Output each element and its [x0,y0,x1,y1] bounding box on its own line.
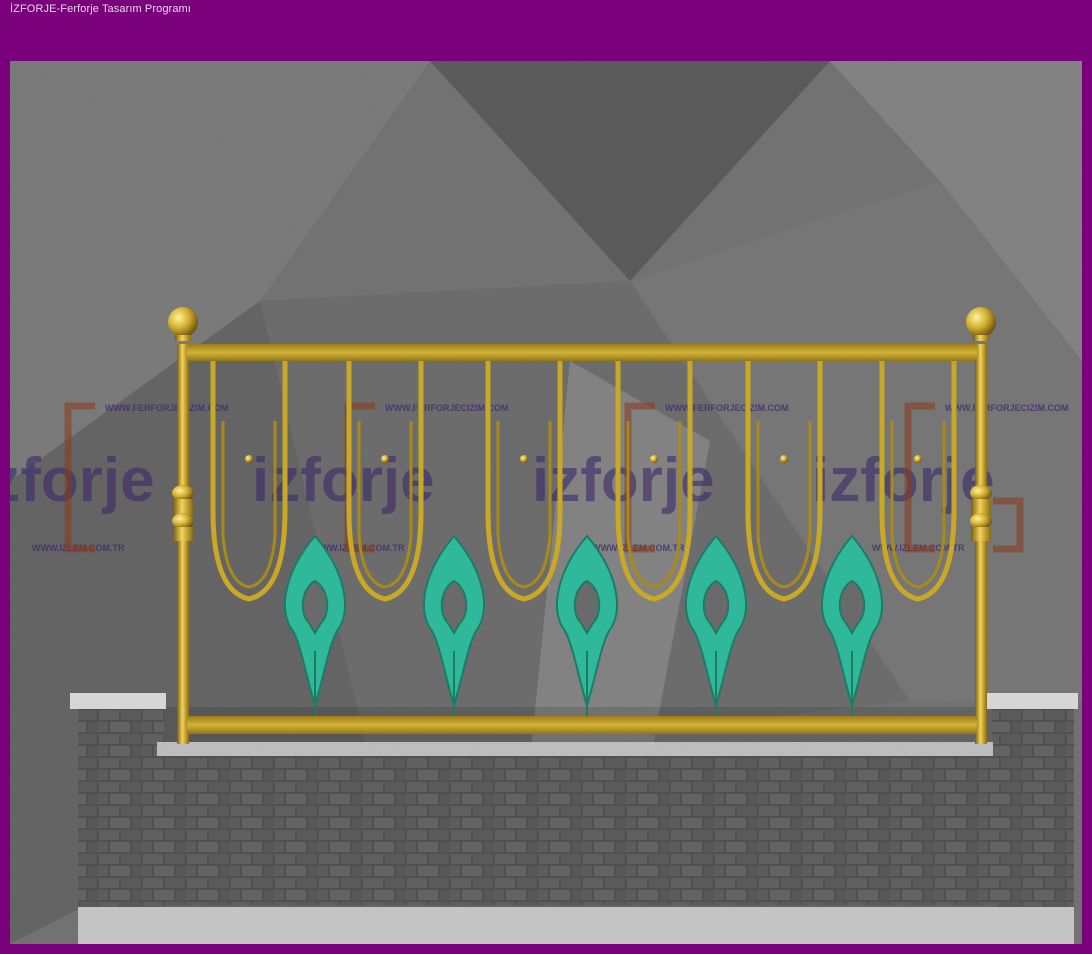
gold-picket-tip [520,455,528,463]
watermark-logo: izforje [10,446,155,515]
window-title: İZFORJE-Ferforje Tasarım Programı [10,3,191,15]
title-bar: İZFORJE-Ferforje Tasarım Programı [0,0,1092,60]
design-canvas[interactable]: WWW.FERFORJECIZIM.COM WWW.FERFORJECIZIM.… [10,61,1082,944]
gold-picket-tip [381,455,389,463]
gold-picket-tip [650,455,658,463]
left-post [177,344,189,744]
watermark-logo: izforje [252,446,435,515]
watermark-url-top: WWW.FERFORJECIZIM.COM [665,403,789,413]
right-pillar-cap [986,693,1078,709]
watermark-url-top: WWW.FERFORJECIZIM.COM [105,403,229,413]
left-post-collar [172,485,194,541]
gold-picket-tip [780,455,788,463]
gold-picket-tip [245,455,253,463]
gold-picket-tip [914,455,922,463]
right-post [975,344,987,744]
watermark-url-top: WWW.FERFORJECIZIM.COM [945,403,1069,413]
left-pillar-cap [70,693,166,709]
right-post-collar [970,485,992,541]
watermark-logo: izforje [812,446,995,515]
wall-footing [78,907,1074,944]
